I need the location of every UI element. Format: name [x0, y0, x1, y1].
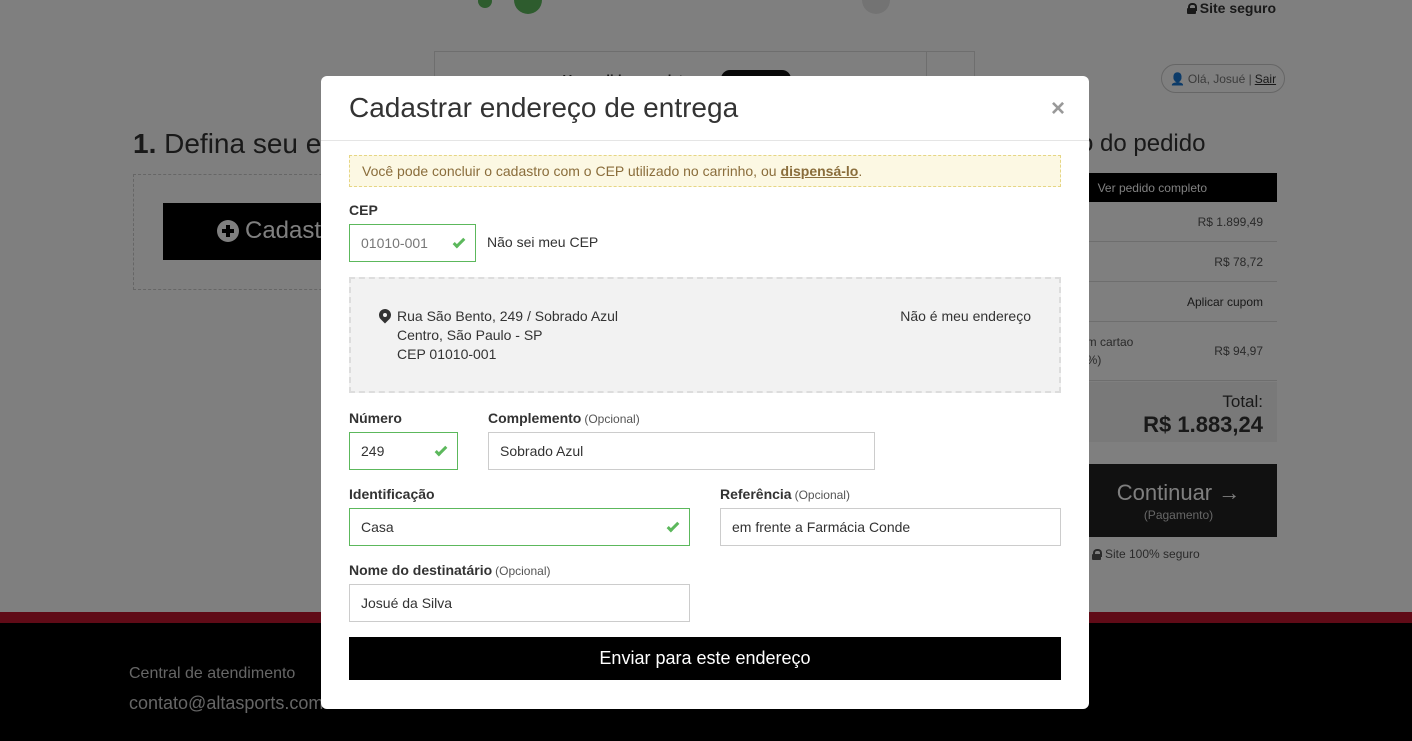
identificacao-value: Casa [361, 519, 394, 535]
cep-field[interactable]: 01010-001 [349, 224, 476, 262]
destinatario-field[interactable]: Josué da Silva [349, 584, 690, 622]
address-modal: Cadastrar endereço de entrega × Você pod… [321, 76, 1089, 709]
complemento-label: Complemento (Opcional) [488, 410, 640, 426]
referencia-label: Referência (Opcional) [720, 486, 850, 502]
dismiss-cep-link[interactable]: dispensá-lo [781, 163, 859, 179]
referencia-field[interactable]: em frente a Farmácia Conde [720, 508, 1061, 546]
address-lines: Rua São Bento, 249 / Sobrado Azul Centro… [397, 307, 618, 364]
destinatario-label-text: Nome do destinatário [349, 562, 493, 578]
referencia-label-text: Referência [720, 486, 792, 502]
submit-address-button[interactable]: Enviar para este endereço [349, 637, 1061, 680]
destinatario-optional: (Opcional) [495, 564, 551, 578]
cep-label: CEP [349, 202, 378, 218]
identificacao-field[interactable]: Casa [349, 508, 690, 546]
address-preview: Rua São Bento, 249 / Sobrado Azul Centro… [349, 277, 1061, 393]
numero-field[interactable]: 249 [349, 432, 458, 470]
complemento-label-text: Complemento [488, 410, 582, 426]
identificacao-label: Identificação [349, 486, 435, 502]
unknown-cep-link[interactable]: Não sei meu CEP [487, 234, 598, 250]
complemento-field[interactable]: Sobrado Azul [488, 432, 875, 470]
submit-address-label: Enviar para este endereço [599, 648, 811, 668]
cep-info-alert: Você pode concluir o cadastro com o CEP … [349, 155, 1061, 187]
modal-title: Cadastrar endereço de entrega [349, 92, 739, 123]
alert-text: Você pode concluir o cadastro com o CEP … [362, 163, 777, 179]
not-my-address-link[interactable]: Não é meu endereço [900, 308, 1031, 324]
referencia-optional: (Opcional) [794, 488, 850, 502]
complemento-optional: (Opcional) [584, 412, 640, 426]
check-icon [667, 523, 679, 531]
address-line-1: Rua São Bento, 249 / Sobrado Azul [397, 308, 619, 324]
address-line-2: Centro, São Paulo - SP [397, 327, 543, 343]
numero-label: Número [349, 410, 402, 426]
close-icon[interactable]: × [1051, 96, 1065, 122]
alert-end: . [858, 163, 863, 179]
map-pin-icon [379, 309, 391, 325]
referencia-value: em frente a Farmácia Conde [732, 519, 911, 535]
address-line-3: CEP 01010-001 [397, 346, 497, 362]
modal-header: Cadastrar endereço de entrega × [321, 76, 1089, 141]
check-icon [453, 239, 465, 247]
check-icon [435, 447, 447, 455]
destinatario-label: Nome do destinatário (Opcional) [349, 562, 551, 578]
complemento-value: Sobrado Azul [500, 443, 584, 459]
destinatario-value: Josué da Silva [361, 595, 453, 611]
